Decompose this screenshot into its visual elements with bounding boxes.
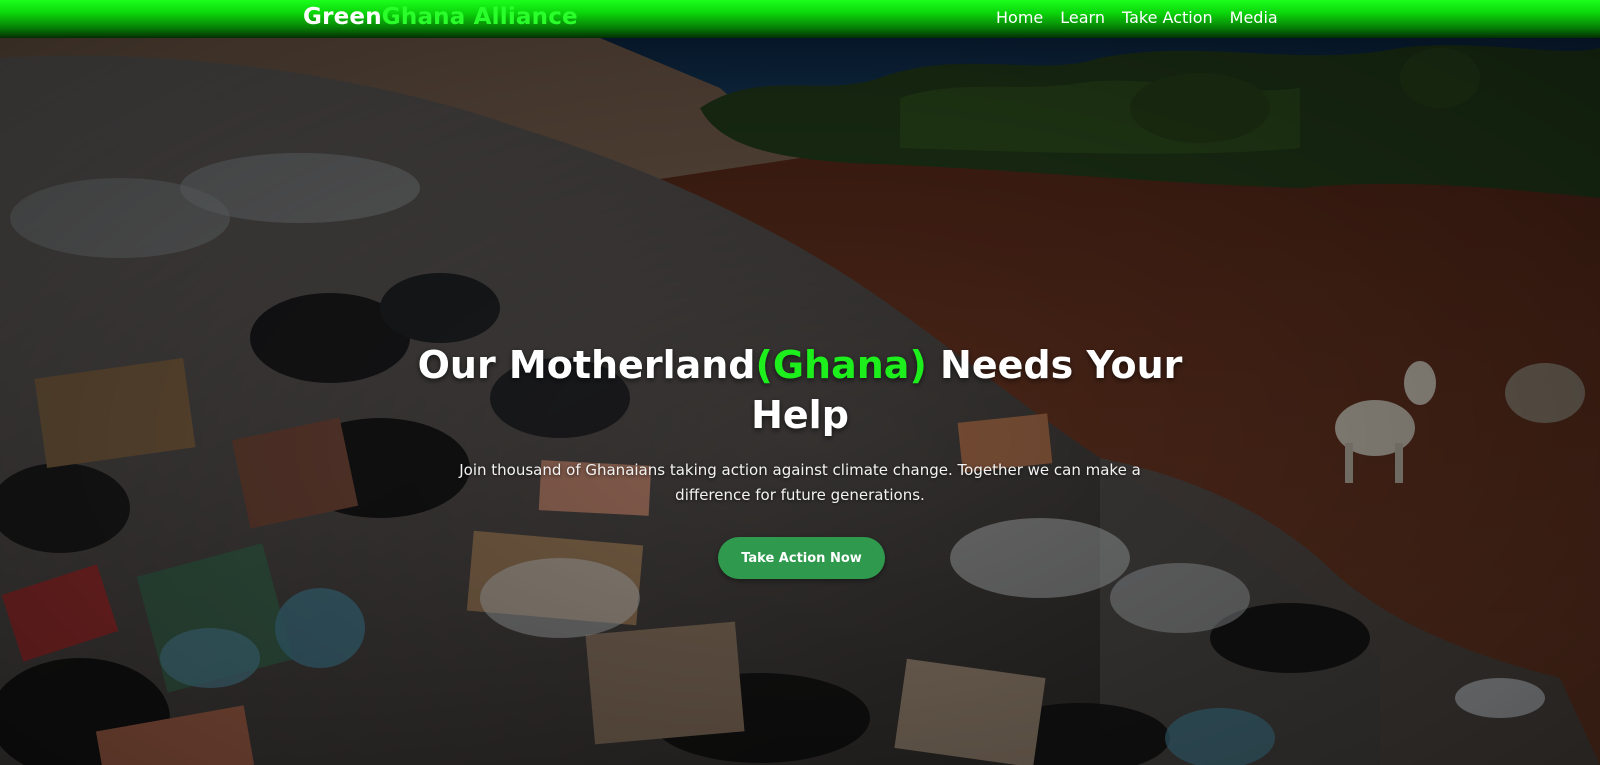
- nav-link-take-action[interactable]: Take Action: [1122, 8, 1213, 27]
- main-nav: Home Learn Take Action Media: [996, 8, 1278, 27]
- hero-title-part-1: Our Motherland: [417, 343, 756, 387]
- hero-title-accent: (Ghana): [755, 343, 927, 387]
- page: GreenGhana Alliance Home Learn Take Acti…: [0, 0, 1600, 765]
- nav-link-home[interactable]: Home: [996, 8, 1043, 27]
- nav-link-media[interactable]: Media: [1230, 8, 1278, 27]
- take-action-now-button[interactable]: Take Action Now: [718, 537, 885, 579]
- hero-title: Our Motherland(Ghana) Needs Your Help: [400, 340, 1200, 440]
- nav-link-learn[interactable]: Learn: [1060, 8, 1105, 27]
- hero-subtitle: Join thousand of Ghanaians taking action…: [459, 461, 1141, 504]
- brand-logo-part-2: Ghana Alliance: [381, 4, 578, 30]
- brand-logo[interactable]: GreenGhana Alliance: [303, 4, 578, 30]
- top-navbar: GreenGhana Alliance Home Learn Take Acti…: [0, 0, 1600, 38]
- brand-logo-part-1: Green: [303, 4, 382, 30]
